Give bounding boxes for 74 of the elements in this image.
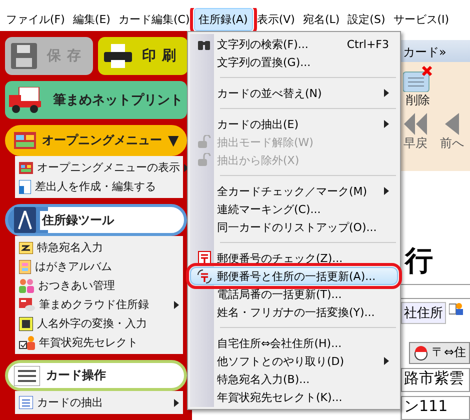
album-icon	[19, 260, 31, 274]
dropdown-item[interactable]: 他ソフトとのやり取り(D)	[190, 352, 398, 370]
list-icon	[19, 396, 33, 409]
tool-item[interactable]: 年賀状宛先セレクト	[15, 333, 183, 352]
nav-button[interactable]: 前へ	[434, 113, 470, 152]
section-header[interactable]: カード操作	[5, 360, 187, 391]
menu-item[interactable]: 編集(E)	[68, 9, 114, 30]
menu-item[interactable]: 表示(V)	[252, 9, 299, 30]
section-header[interactable]: オープニングメニュー ▼	[5, 125, 187, 156]
net-print-button[interactable]: 筆まめネットプリント	[5, 81, 187, 119]
drafting-compass-icon	[14, 207, 36, 233]
window-icon	[14, 132, 36, 149]
tool-label: カードの抽出	[37, 395, 104, 410]
tool-label: 人名外字の変換・入力	[37, 316, 148, 331]
delete-button[interactable]: 削除	[401, 66, 435, 109]
zip-address-button[interactable]: 〒⇔住	[409, 342, 470, 364]
menu-item[interactable]: 宛名(L)	[298, 9, 344, 30]
kanji-box-icon	[19, 316, 33, 330]
cloud-card-icon	[19, 298, 35, 311]
tool-item[interactable]: おつきあい管理	[15, 276, 183, 295]
nav-button[interactable]: 早戻	[401, 113, 434, 152]
rewind-icon	[402, 113, 428, 135]
tool-item[interactable]: 特急宛名入力	[15, 238, 183, 257]
tool-label: 筆まめクラウド住所録	[39, 297, 150, 312]
dropdown-item[interactable]: 電話局番の一括更新(T)...	[190, 285, 398, 303]
truck-icon	[9, 87, 43, 113]
tool-label: 差出人を作成・編集する	[35, 179, 157, 194]
section-title: オープニングメニュー	[41, 132, 163, 149]
checkbox-person-icon	[19, 336, 35, 350]
section-header[interactable]: 住所録ツール	[5, 204, 187, 236]
menu-item[interactable]: カード編集(C)	[114, 9, 194, 30]
menu-item[interactable]: サービス(I)	[389, 9, 454, 30]
tool-item[interactable]: カードの抽出	[15, 393, 183, 412]
dropdown-item[interactable]: 文字列の検索(F)... Ctrl+F3	[190, 35, 398, 53]
address-tab[interactable]: 社住所	[401, 302, 446, 324]
card-tab[interactable]: カード»	[401, 40, 470, 62]
list-icon	[14, 366, 40, 386]
dropdown-item[interactable]: 特急宛名入力(B)...	[190, 370, 398, 388]
dropdown-item[interactable]: 年賀状宛先セレクト(K)...	[190, 388, 398, 406]
tool-item[interactable]: 筆まめクラウド住所録	[15, 295, 183, 314]
dropdown-item[interactable]: 文字列の置換(G)...	[190, 53, 398, 71]
lock-icon	[197, 153, 211, 167]
toggle-arrow[interactable]: ▼	[168, 132, 179, 148]
lock-icon	[197, 135, 211, 149]
dropdown-item[interactable]: 全カードチェック／マーク(M)	[190, 182, 398, 200]
tool-label: はがきアルバム	[35, 259, 113, 274]
lightning-card-icon	[19, 242, 33, 254]
people-icon	[19, 278, 34, 292]
card-icon	[19, 180, 31, 194]
menu-item[interactable]: ファイル(F)	[2, 9, 69, 30]
dropdown-item[interactable]: 同一カードのリストアップ(O)...	[190, 218, 398, 236]
dropdown-item[interactable]: 連続マーキング(C)...	[190, 200, 398, 218]
address-field[interactable]: 路市紫雲	[401, 368, 470, 392]
tool-label: 年賀状宛先セレクト	[39, 335, 139, 350]
dropdown-item[interactable]: 自宅住所⇔会社住所(H)...	[190, 334, 398, 352]
printer-icon	[104, 44, 132, 68]
tool-label: おつきあい管理	[38, 278, 116, 293]
menu-item[interactable]: 設定(S)	[344, 9, 390, 30]
card-heading: 行	[403, 243, 434, 280]
tool-item[interactable]: 差出人を作成・編集する	[15, 177, 183, 196]
dropdown-item[interactable]: カードの並べ替え(N)	[190, 84, 398, 102]
tool-label: オープニングメニューの表示	[37, 160, 180, 175]
building-field[interactable]: ン111	[401, 396, 470, 420]
dropdown-item[interactable]: 姓名・フリガナの一括変換(Y)...	[190, 303, 398, 321]
print-button[interactable]: 印刷	[98, 37, 188, 75]
dropdown-item[interactable]: カードの抽出(E)	[190, 115, 398, 133]
card-delete-icon	[403, 66, 433, 92]
tool-item[interactable]: はがきアルバム	[15, 257, 183, 276]
tool-label: 特急宛名入力	[37, 240, 104, 255]
person-card-icon	[449, 302, 463, 315]
postal-refresh-icon	[196, 268, 212, 284]
tool-item[interactable]: 人名外字の変換・入力	[15, 314, 183, 333]
window-icon	[19, 162, 33, 174]
name-field[interactable]	[401, 284, 470, 299]
